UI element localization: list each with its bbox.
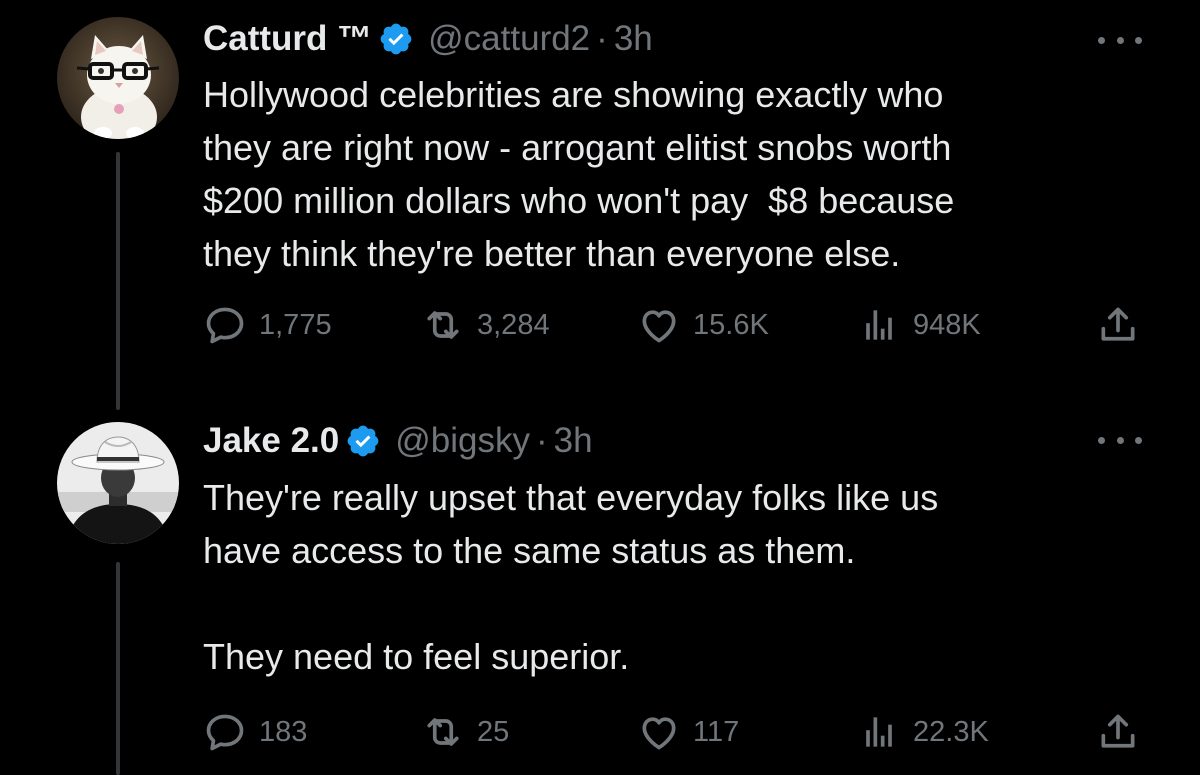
reply-count: 1,775 xyxy=(259,308,332,341)
tweet-actions-bar: 183 25 117 22.3K xyxy=(203,707,1153,757)
heart-icon xyxy=(642,717,676,750)
author-avatar-bigsky[interactable] xyxy=(57,422,179,544)
separator-dot: · xyxy=(596,19,608,58)
like-count: 15.6K xyxy=(693,308,769,341)
reply-button[interactable]: 183 xyxy=(203,707,307,757)
views-chart-icon xyxy=(866,717,892,747)
author-name[interactable]: Catturd ™ xyxy=(203,19,372,59)
retweet-icon xyxy=(427,311,459,339)
share-button[interactable] xyxy=(1096,300,1140,350)
thread-connector-line xyxy=(116,152,120,410)
reply-icon xyxy=(206,307,244,344)
retweet-count: 3,284 xyxy=(477,308,550,341)
share-icon xyxy=(1101,307,1135,341)
reply-icon xyxy=(206,714,244,751)
like-button[interactable]: 15.6K xyxy=(637,300,769,350)
thread-connector-line xyxy=(116,562,120,775)
tweet-timestamp[interactable]: 3h xyxy=(554,421,593,461)
tweet-bigsky[interactable]: Jake 2.0 @bigsky · 3h They're really ups… xyxy=(0,400,1200,775)
tweet-header: Catturd ™ @catturd2 · 3h xyxy=(203,15,653,63)
retweet-button[interactable]: 25 xyxy=(421,707,509,757)
tweet-text: They're really upset that everyday folks… xyxy=(203,477,939,677)
retweet-button[interactable]: 3,284 xyxy=(421,300,550,350)
author-name[interactable]: Jake 2.0 xyxy=(203,421,339,461)
views-chart-icon xyxy=(866,310,892,340)
separator-dot: · xyxy=(536,421,548,460)
author-avatar-catturd2[interactable] xyxy=(57,17,179,139)
tweet-header: Jake 2.0 @bigsky · 3h xyxy=(203,417,593,465)
tweet-actions-bar: 1,775 3,284 15.6K 948K xyxy=(203,300,1153,350)
tweet-text: Hollywood celebrities are showing exactl… xyxy=(203,74,955,274)
views-button[interactable]: 22.3K xyxy=(857,707,989,757)
verified-badge-icon xyxy=(347,425,379,457)
reply-count: 183 xyxy=(259,715,308,748)
view-count: 22.3K xyxy=(913,715,989,748)
more-options-icon[interactable] xyxy=(1098,33,1142,47)
verified-badge-icon xyxy=(380,23,412,55)
share-button[interactable] xyxy=(1096,707,1140,757)
retweet-count: 25 xyxy=(477,715,510,748)
more-options-icon[interactable] xyxy=(1098,433,1142,447)
cat-with-glasses-avatar xyxy=(57,17,179,139)
view-count: 948K xyxy=(913,308,981,341)
man-with-cowboy-hat-avatar xyxy=(57,422,179,544)
retweet-icon xyxy=(427,718,459,746)
author-handle[interactable]: @catturd2 xyxy=(428,19,590,59)
tweet-catturd2[interactable]: Catturd ™ @catturd2 · 3h Hollywood celeb… xyxy=(0,0,1200,410)
reply-button[interactable]: 1,775 xyxy=(203,300,332,350)
like-button[interactable]: 117 xyxy=(637,707,739,757)
author-handle[interactable]: @bigsky xyxy=(395,421,530,461)
share-icon xyxy=(1101,714,1135,748)
like-count: 117 xyxy=(693,715,740,748)
views-button[interactable]: 948K xyxy=(857,300,981,350)
tweet-timestamp[interactable]: 3h xyxy=(614,19,653,59)
heart-icon xyxy=(642,310,676,343)
